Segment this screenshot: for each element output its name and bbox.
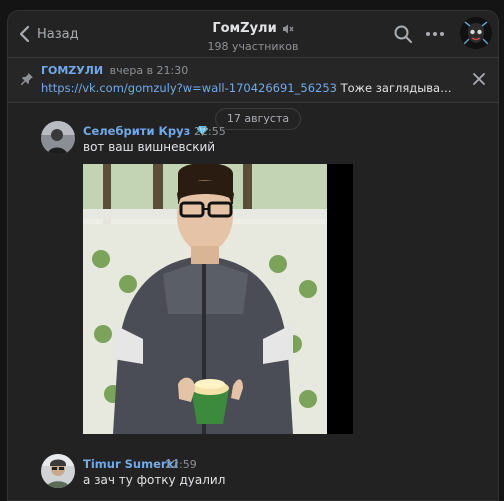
chat-header: Назад ГомZули 198 участников [8, 11, 498, 58]
members-count: 198 участников [207, 40, 299, 53]
message-author[interactable]: Timur Sumerki [83, 457, 178, 471]
message-author-name: Селебрити Круз [83, 124, 191, 138]
message-time: 22:55 [194, 125, 226, 138]
pinned-body: https://vk.com/gomzuly?w=wall-170426691_… [41, 81, 459, 95]
speaker-muted-icon [282, 24, 294, 33]
message-photo[interactable] [83, 164, 353, 434]
date-separator: 17 августа [215, 108, 301, 130]
chat-title-area[interactable]: ГомZули 198 участников [158, 17, 348, 53]
chat-avatar-image [460, 17, 492, 49]
avatar-image [41, 121, 75, 155]
close-icon[interactable] [472, 72, 486, 86]
message-author[interactable]: Селебрити Круз [83, 124, 209, 138]
chat-title: ГомZули [212, 21, 277, 36]
pinned-message[interactable]: ГОМZУЛИ вчера в 21:30 https://vk.com/gom… [8, 58, 498, 103]
pinned-link[interactable]: https://vk.com/gomzuly?w=wall-170426691_… [41, 81, 337, 95]
pinned-header: ГОМZУЛИ вчера в 21:30 [41, 64, 188, 77]
pinned-text: Тоже заглядывайте туда ... [340, 81, 459, 95]
avatar-image [41, 454, 75, 488]
chat-avatar[interactable] [460, 17, 492, 49]
avatar[interactable] [41, 121, 75, 155]
message-time: 22:59 [165, 458, 197, 471]
pinned-author[interactable]: ГОМZУЛИ [41, 64, 103, 77]
back-label: Назад [37, 26, 79, 42]
avatar[interactable] [41, 454, 75, 488]
more-dots-icon[interactable] [425, 24, 445, 44]
message-text: а зач ту фотку дуалил [83, 473, 226, 487]
search-icon[interactable] [393, 24, 413, 44]
photo-image [83, 164, 353, 434]
chevron-left-icon [19, 25, 30, 43]
message-text: вот ваш вишневский [83, 140, 216, 154]
back-button[interactable]: Назад [19, 22, 79, 46]
chat-window: Назад ГомZули 198 участников ГОМZУЛИ вче… [7, 10, 499, 501]
pin-icon [21, 73, 33, 85]
pinned-time: вчера в 21:30 [109, 64, 189, 77]
